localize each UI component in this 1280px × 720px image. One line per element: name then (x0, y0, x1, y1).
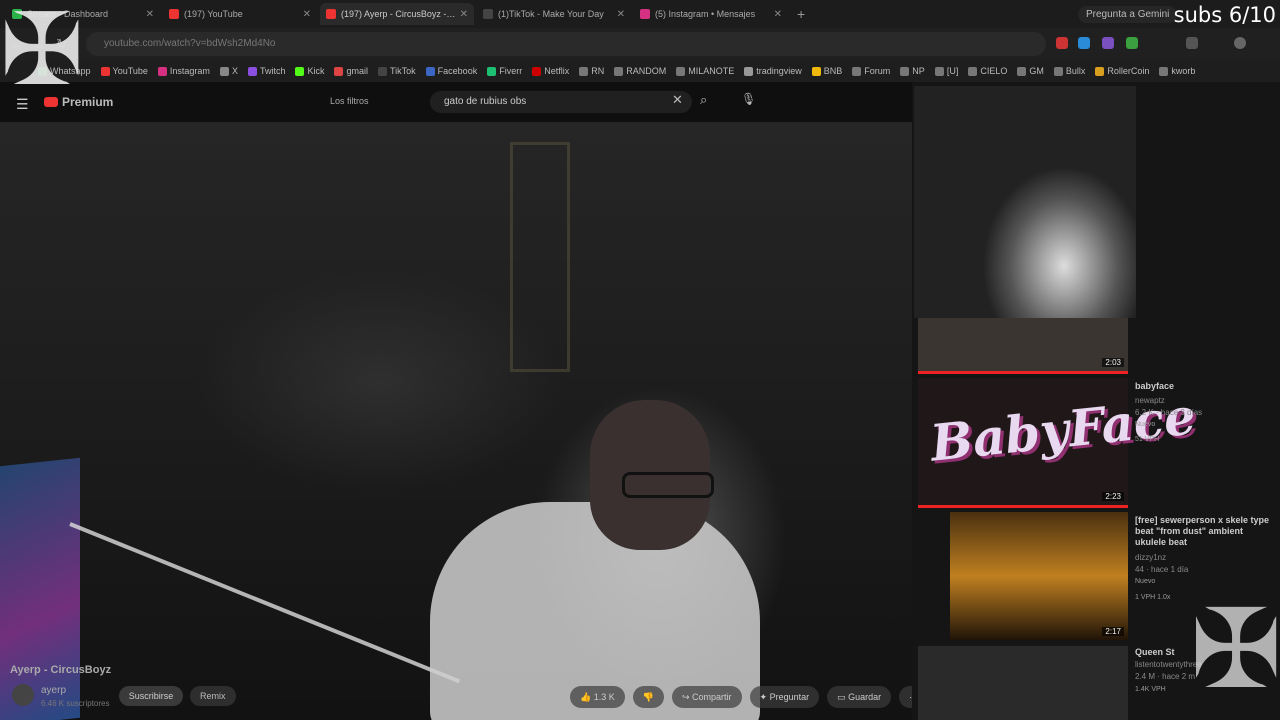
recommendation-thumbnail[interactable]: 2:17 (950, 512, 1128, 640)
share-button[interactable]: ↪ Compartir (671, 686, 742, 708)
recommendation-thumbnail[interactable] (918, 646, 1128, 720)
subscriber-count: 6.46 K suscriptores (41, 699, 110, 708)
bookmark-random[interactable]: RANDOM (614, 66, 666, 76)
video-title[interactable]: babyface (1135, 381, 1270, 392)
tab-instagram[interactable]: (5) Instagram • Mensajes ✕ (634, 3, 788, 25)
extension-icon[interactable] (1126, 37, 1138, 49)
subs-goal-overlay: subs 6/10 (1173, 3, 1276, 27)
bookmark-bnb[interactable]: BNB (811, 66, 842, 76)
save-button[interactable]: ▭ Guardar (827, 686, 892, 708)
extension-icon[interactable] (1078, 37, 1090, 49)
video-player[interactable] (0, 122, 912, 720)
filters-chip[interactable]: Los filtros (330, 96, 369, 106)
remix-button[interactable]: Remix (190, 686, 236, 706)
extension-icon[interactable] (1056, 37, 1068, 49)
bookmark-netflix[interactable]: Netflix (532, 66, 569, 76)
tab-tiktok[interactable]: (1)TikTok - Make Your Day ✕ (477, 3, 631, 25)
recommendation-thumbnail[interactable]: 2:03 (918, 318, 1128, 374)
new-tab-button[interactable]: + (797, 6, 805, 22)
status-badge: Nuevo (1135, 578, 1156, 585)
tab-label: (5) Instagram • Mensajes (655, 9, 756, 19)
search-icon[interactable]: ⌕ (700, 92, 707, 108)
tab-label: (1)TikTok - Make Your Day (498, 9, 604, 19)
like-button[interactable]: 👍 1.3 K (570, 686, 625, 708)
video-title[interactable]: [free] sewerperson x skele type beat "fr… (1135, 515, 1270, 548)
video-title: Ayerp - CircusBoyz (10, 664, 112, 676)
bookmark-u[interactable]: [U] (934, 66, 958, 76)
ask-label: Preguntar (769, 692, 810, 702)
avatar[interactable] (1234, 37, 1246, 49)
tab-ayerp-video[interactable]: (197) Ayerp - CircusBoyz - YouT ✕ (320, 3, 474, 25)
dislike-button[interactable]: 👎 (632, 686, 664, 708)
video-duration: 2:03 (1102, 358, 1124, 367)
vph-badge: 1.4K VPH (1135, 686, 1166, 693)
ask-button[interactable]: ✦ Preguntar (749, 686, 820, 708)
download-icon[interactable] (1186, 37, 1198, 49)
bookmark-facebook[interactable]: Facebook (425, 66, 477, 76)
tab-label: (197) YouTube (184, 9, 243, 19)
gothic-cross-icon: ✠ (1190, 588, 1280, 711)
bookmark-fiverr[interactable]: Fiverr (487, 66, 522, 76)
close-icon[interactable]: ✕ (460, 9, 468, 20)
bookmark-bullx[interactable]: Bullx (1053, 66, 1085, 76)
bookmark-gm[interactable]: GM (1017, 66, 1044, 76)
bookmark-rn[interactable]: RN (579, 66, 604, 76)
tab-favicon (326, 9, 336, 19)
status-badge: Nuevo (1135, 421, 1156, 428)
url-input[interactable]: youtube.com/watch?v=bdWsh2Md4No (86, 32, 1046, 56)
bookmark-instagram[interactable]: Instagram (157, 66, 210, 76)
background-door (510, 142, 570, 372)
microphone-icon[interactable]: 🎙 (741, 92, 756, 106)
bookmark-gmail[interactable]: gmail (334, 66, 368, 76)
channel-name[interactable]: dizzy1nz (1135, 553, 1166, 563)
gothic-cross-icon: ✠ (0, 0, 84, 106)
bookmark-cielo[interactable]: CIELO (968, 66, 1007, 76)
tab-favicon (169, 9, 179, 19)
bookmark-rollercoin[interactable]: RollerCoin (1095, 66, 1149, 76)
close-icon[interactable]: ✕ (774, 9, 782, 20)
video-meta: 44 · hace 1 día (1135, 565, 1189, 574)
bookmark-milanote[interactable]: MILANOTE (676, 66, 734, 76)
video-meta: 6.2 K · hace 3 días (1135, 408, 1203, 417)
bookmark-kick[interactable]: Kick (295, 66, 324, 76)
like-count: 1.3 K (593, 692, 615, 702)
tab-favicon (640, 9, 650, 19)
bookmark-x[interactable]: X (219, 66, 238, 76)
video-duration: 2:17 (1102, 627, 1124, 636)
close-icon[interactable]: ✕ (617, 9, 625, 20)
bookmark-kworb[interactable]: kworb (1159, 66, 1195, 76)
bookmark-youtube[interactable]: YouTube (100, 66, 148, 76)
tab-label: (197) Ayerp - CircusBoyz - YouT (341, 9, 456, 19)
close-icon[interactable]: ✕ (146, 9, 154, 20)
vph-badge: 51 VPH (1135, 436, 1160, 443)
tab-favicon (483, 9, 493, 19)
bookmark-twitch[interactable]: Twitch (247, 66, 285, 76)
gemini-button[interactable]: Pregunta a Gemini (1078, 6, 1178, 23)
tab-youtube[interactable]: (197) YouTube ✕ (163, 3, 317, 25)
channel-name[interactable]: newaptz (1135, 396, 1165, 406)
cable (69, 522, 461, 684)
video-actions: 👍 1.3 K 👎 ↪ Compartir ✦ Preguntar ▭ Guar… (570, 686, 936, 708)
webcam-overlay (914, 86, 1136, 318)
video-meta: 2.4 M · hace 2 m (1135, 672, 1196, 681)
search-input[interactable]: gato de rubius obs (430, 91, 692, 113)
clear-search-icon[interactable]: ✕ (672, 92, 683, 108)
background-monitor (0, 457, 80, 720)
bookmarks-bar: Whatsapp YouTube Instagram X Twitch Kick… (0, 60, 1280, 82)
bookmark-tradingview[interactable]: tradingview (744, 66, 802, 76)
channel-avatar[interactable] (12, 684, 34, 706)
save-label: Guardar (848, 692, 882, 702)
bookmark-forum[interactable]: Forum (852, 66, 890, 76)
streamer-glasses (622, 472, 714, 498)
channel-name[interactable]: ayerp (41, 685, 66, 696)
vph-badge: 1 VPH 1.0x (1135, 594, 1171, 601)
video-duration: 2:23 (1102, 492, 1124, 501)
share-label: Compartir (692, 692, 732, 702)
close-icon[interactable]: ✕ (303, 9, 311, 20)
subscribe-button[interactable]: Suscribirse (119, 686, 183, 706)
bookmark-tiktok[interactable]: TikTok (378, 66, 416, 76)
extension-icon[interactable] (1102, 37, 1114, 49)
bookmark-np[interactable]: NP (900, 66, 925, 76)
